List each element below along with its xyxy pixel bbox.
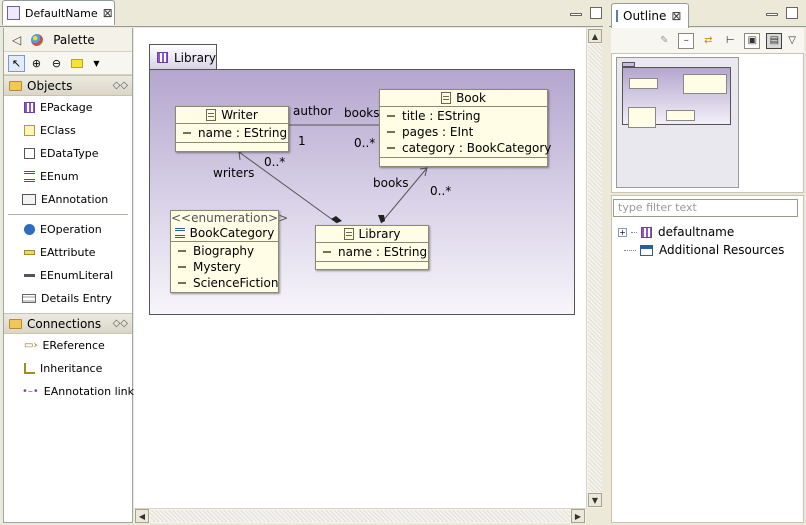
writer-class-header: Writer [176, 107, 288, 124]
library-operations [316, 262, 428, 271]
writer-attributes: name : EString [176, 124, 288, 143]
view-menu-icon[interactable]: ▽ [788, 35, 796, 46]
show-tree-icon[interactable]: ▣ [744, 32, 761, 49]
collapse-all-icon[interactable]: – [678, 32, 695, 49]
enum-header: BookCategory [171, 225, 278, 242]
horizontal-scroll-thumb[interactable] [150, 510, 570, 522]
literal-label: Biography [193, 244, 255, 258]
outline-window-controls [766, 7, 798, 19]
maximize-icon[interactable] [786, 7, 798, 19]
scroll-corner [586, 508, 602, 523]
label-writers: writers [213, 166, 255, 180]
library-class[interactable]: Library name : EString [315, 225, 429, 270]
attribute-icon [323, 251, 331, 253]
literal-icon [178, 250, 186, 252]
book-attributes: title : EString pages : EInt category : … [380, 107, 551, 158]
thumb-enum [628, 107, 656, 128]
thumb-book [683, 74, 727, 94]
book-class-header: Book [380, 90, 547, 107]
show-overview-icon[interactable]: ▤ [766, 32, 783, 49]
library-class-name: Library [358, 227, 401, 241]
horizontal-scrollbar[interactable]: ◀ ▶ [134, 508, 586, 523]
enum-literal-mystery[interactable]: Mystery [171, 259, 278, 275]
enum-literal-biography[interactable]: Biography [171, 243, 278, 259]
attribute-label: title : EString [402, 109, 481, 123]
eclass-icon [441, 92, 452, 104]
view-sash[interactable] [603, 3, 609, 523]
epackage-icon [641, 226, 652, 238]
outline-tab-label: Outline [623, 9, 667, 23]
book-attr-title[interactable]: title : EString [380, 108, 547, 124]
tree-dots [624, 249, 636, 251]
eclass-icon [343, 228, 354, 240]
tree-item-defaultname[interactable]: + defaultname [618, 223, 784, 241]
writers-containment-diamond [331, 216, 342, 223]
resources-icon [640, 244, 653, 256]
book-operations [380, 158, 547, 167]
thumb-writer [629, 78, 658, 89]
enum-literals: Biography Mystery ScienceFiction [171, 242, 278, 292]
bookcategory-enum[interactable]: <<enumeration>> BookCategory Biography M… [170, 210, 289, 293]
scroll-right-icon[interactable]: ▶ [571, 509, 585, 523]
label-multiplicity-book: 0..* [354, 136, 376, 150]
attribute-label: pages : EInt [402, 125, 474, 139]
enum-name: BookCategory [189, 226, 275, 240]
hierarchy-icon[interactable]: ⊢ [722, 33, 738, 49]
attribute-icon [387, 115, 395, 117]
attribute-icon [387, 131, 395, 133]
sync-icon[interactable]: ⇄ [700, 33, 716, 49]
label-multiplicity-writers: 0..* [264, 155, 286, 169]
eclass-icon [206, 109, 217, 121]
tree-item-label: defaultname [658, 225, 735, 239]
writer-class-name: Writer [221, 108, 258, 122]
label-multiplicity-books-lib: 0..* [430, 184, 452, 198]
outline-toolbar: ✎ – ⇄ ⊢ ▣ ▤ ▽ [611, 28, 804, 53]
writer-class[interactable]: Writer name : EString [175, 106, 289, 152]
tree-dots [631, 231, 637, 233]
writer-operations [176, 143, 288, 152]
attribute-label: name : EString [338, 245, 428, 259]
outline-icon [616, 10, 618, 22]
vertical-scrollbar[interactable]: ▲ ▼ [586, 28, 602, 508]
book-attr-pages[interactable]: pages : EInt [380, 124, 547, 140]
attribute-label: name : EString [198, 126, 288, 140]
outline-tree: + defaultname Additional Resources [618, 223, 784, 259]
books-containment-diamond [378, 215, 385, 223]
book-attr-category[interactable]: category : BookCategory [380, 140, 551, 156]
expand-icon[interactable]: + [618, 227, 627, 237]
literal-icon [178, 282, 186, 284]
library-attr-name[interactable]: name : EString [316, 244, 428, 260]
outline-thumbnail[interactable] [616, 57, 739, 188]
writer-attr-name[interactable]: name : EString [176, 125, 288, 141]
library-attributes: name : EString [316, 243, 428, 262]
label-multiplicity-one: 1 [298, 134, 306, 148]
remove-icon[interactable]: ✎ [656, 33, 672, 49]
close-icon[interactable]: ⊠ [671, 9, 681, 23]
label-author: author [293, 104, 333, 118]
literal-label: ScienceFiction [193, 276, 279, 290]
book-class[interactable]: Book title : EString pages : EInt catego… [379, 89, 551, 167]
literal-icon [178, 266, 186, 268]
attribute-label: category : BookCategory [402, 141, 552, 155]
scroll-up-icon[interactable]: ▲ [588, 29, 602, 43]
eenum-icon [174, 228, 185, 238]
tree-item-additional-resources[interactable]: Additional Resources [618, 241, 784, 259]
vertical-scroll-thumb[interactable] [588, 44, 602, 492]
tree-item-label: Additional Resources [659, 243, 785, 257]
scroll-down-icon[interactable]: ▼ [588, 493, 602, 507]
enum-stereotype: <<enumeration>> [171, 211, 289, 225]
minimize-icon[interactable] [766, 13, 778, 16]
filter-input[interactable]: type filter text [613, 199, 798, 217]
label-books-top: books [344, 106, 380, 120]
attribute-icon [387, 147, 395, 149]
thumb-library [666, 110, 695, 121]
scroll-left-icon[interactable]: ◀ [135, 509, 149, 523]
literal-label: Mystery [193, 260, 241, 274]
enum-literal-sciencefiction[interactable]: ScienceFiction [171, 275, 278, 291]
library-class-header: Library [316, 226, 428, 243]
label-books-lib: books [373, 176, 409, 190]
book-class-name: Book [456, 91, 486, 105]
outline-tab[interactable]: Outline ⊠ [611, 3, 689, 28]
attribute-icon [183, 132, 191, 134]
